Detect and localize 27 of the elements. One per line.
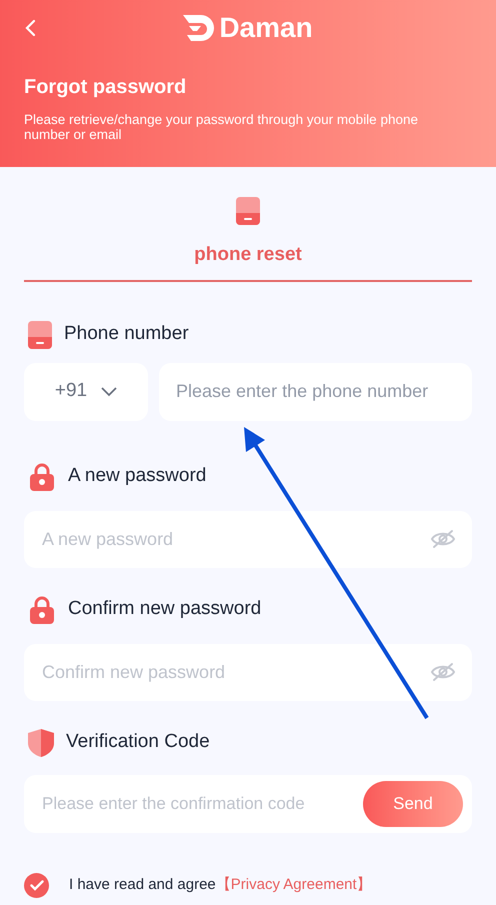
phone-icon [28, 320, 52, 348]
page-subtitle: Please retrieve/change your password through your mobile phone number or email [24, 112, 419, 142]
chevron-down-icon [101, 386, 118, 396]
check-icon [30, 880, 44, 890]
agree-checkbox[interactable] [24, 872, 49, 898]
field-label: A new password [68, 464, 206, 488]
phone-reset-tab[interactable]: phone reset [24, 167, 472, 282]
field-label: Verification Code [66, 730, 210, 754]
send-button[interactable]: Send [363, 780, 463, 826]
lock-icon [28, 596, 56, 624]
eye-hidden-icon[interactable] [430, 528, 456, 548]
privacy-agreement-link[interactable]: 【Privacy Agreement】 [216, 874, 372, 896]
agreement-text: I have read and agree [69, 874, 216, 895]
phone-number-field[interactable]: Please enter the phone number [159, 362, 472, 420]
back-icon[interactable] [24, 19, 36, 37]
shield-icon [28, 728, 54, 756]
password-field[interactable]: A new password [24, 510, 472, 568]
field-label: Confirm new password [68, 597, 262, 622]
field-label: Phone number [64, 322, 189, 346]
eye-hidden-icon[interactable] [430, 662, 456, 682]
password-field[interactable]: Confirm new password [24, 644, 472, 700]
logo-icon [183, 15, 216, 41]
page-title: Forgot password [24, 75, 188, 100]
lock-icon [28, 462, 56, 490]
country-code-select[interactable]: +91 [24, 362, 148, 420]
phone-icon [236, 197, 260, 225]
logo-text: Daman [219, 14, 313, 42]
